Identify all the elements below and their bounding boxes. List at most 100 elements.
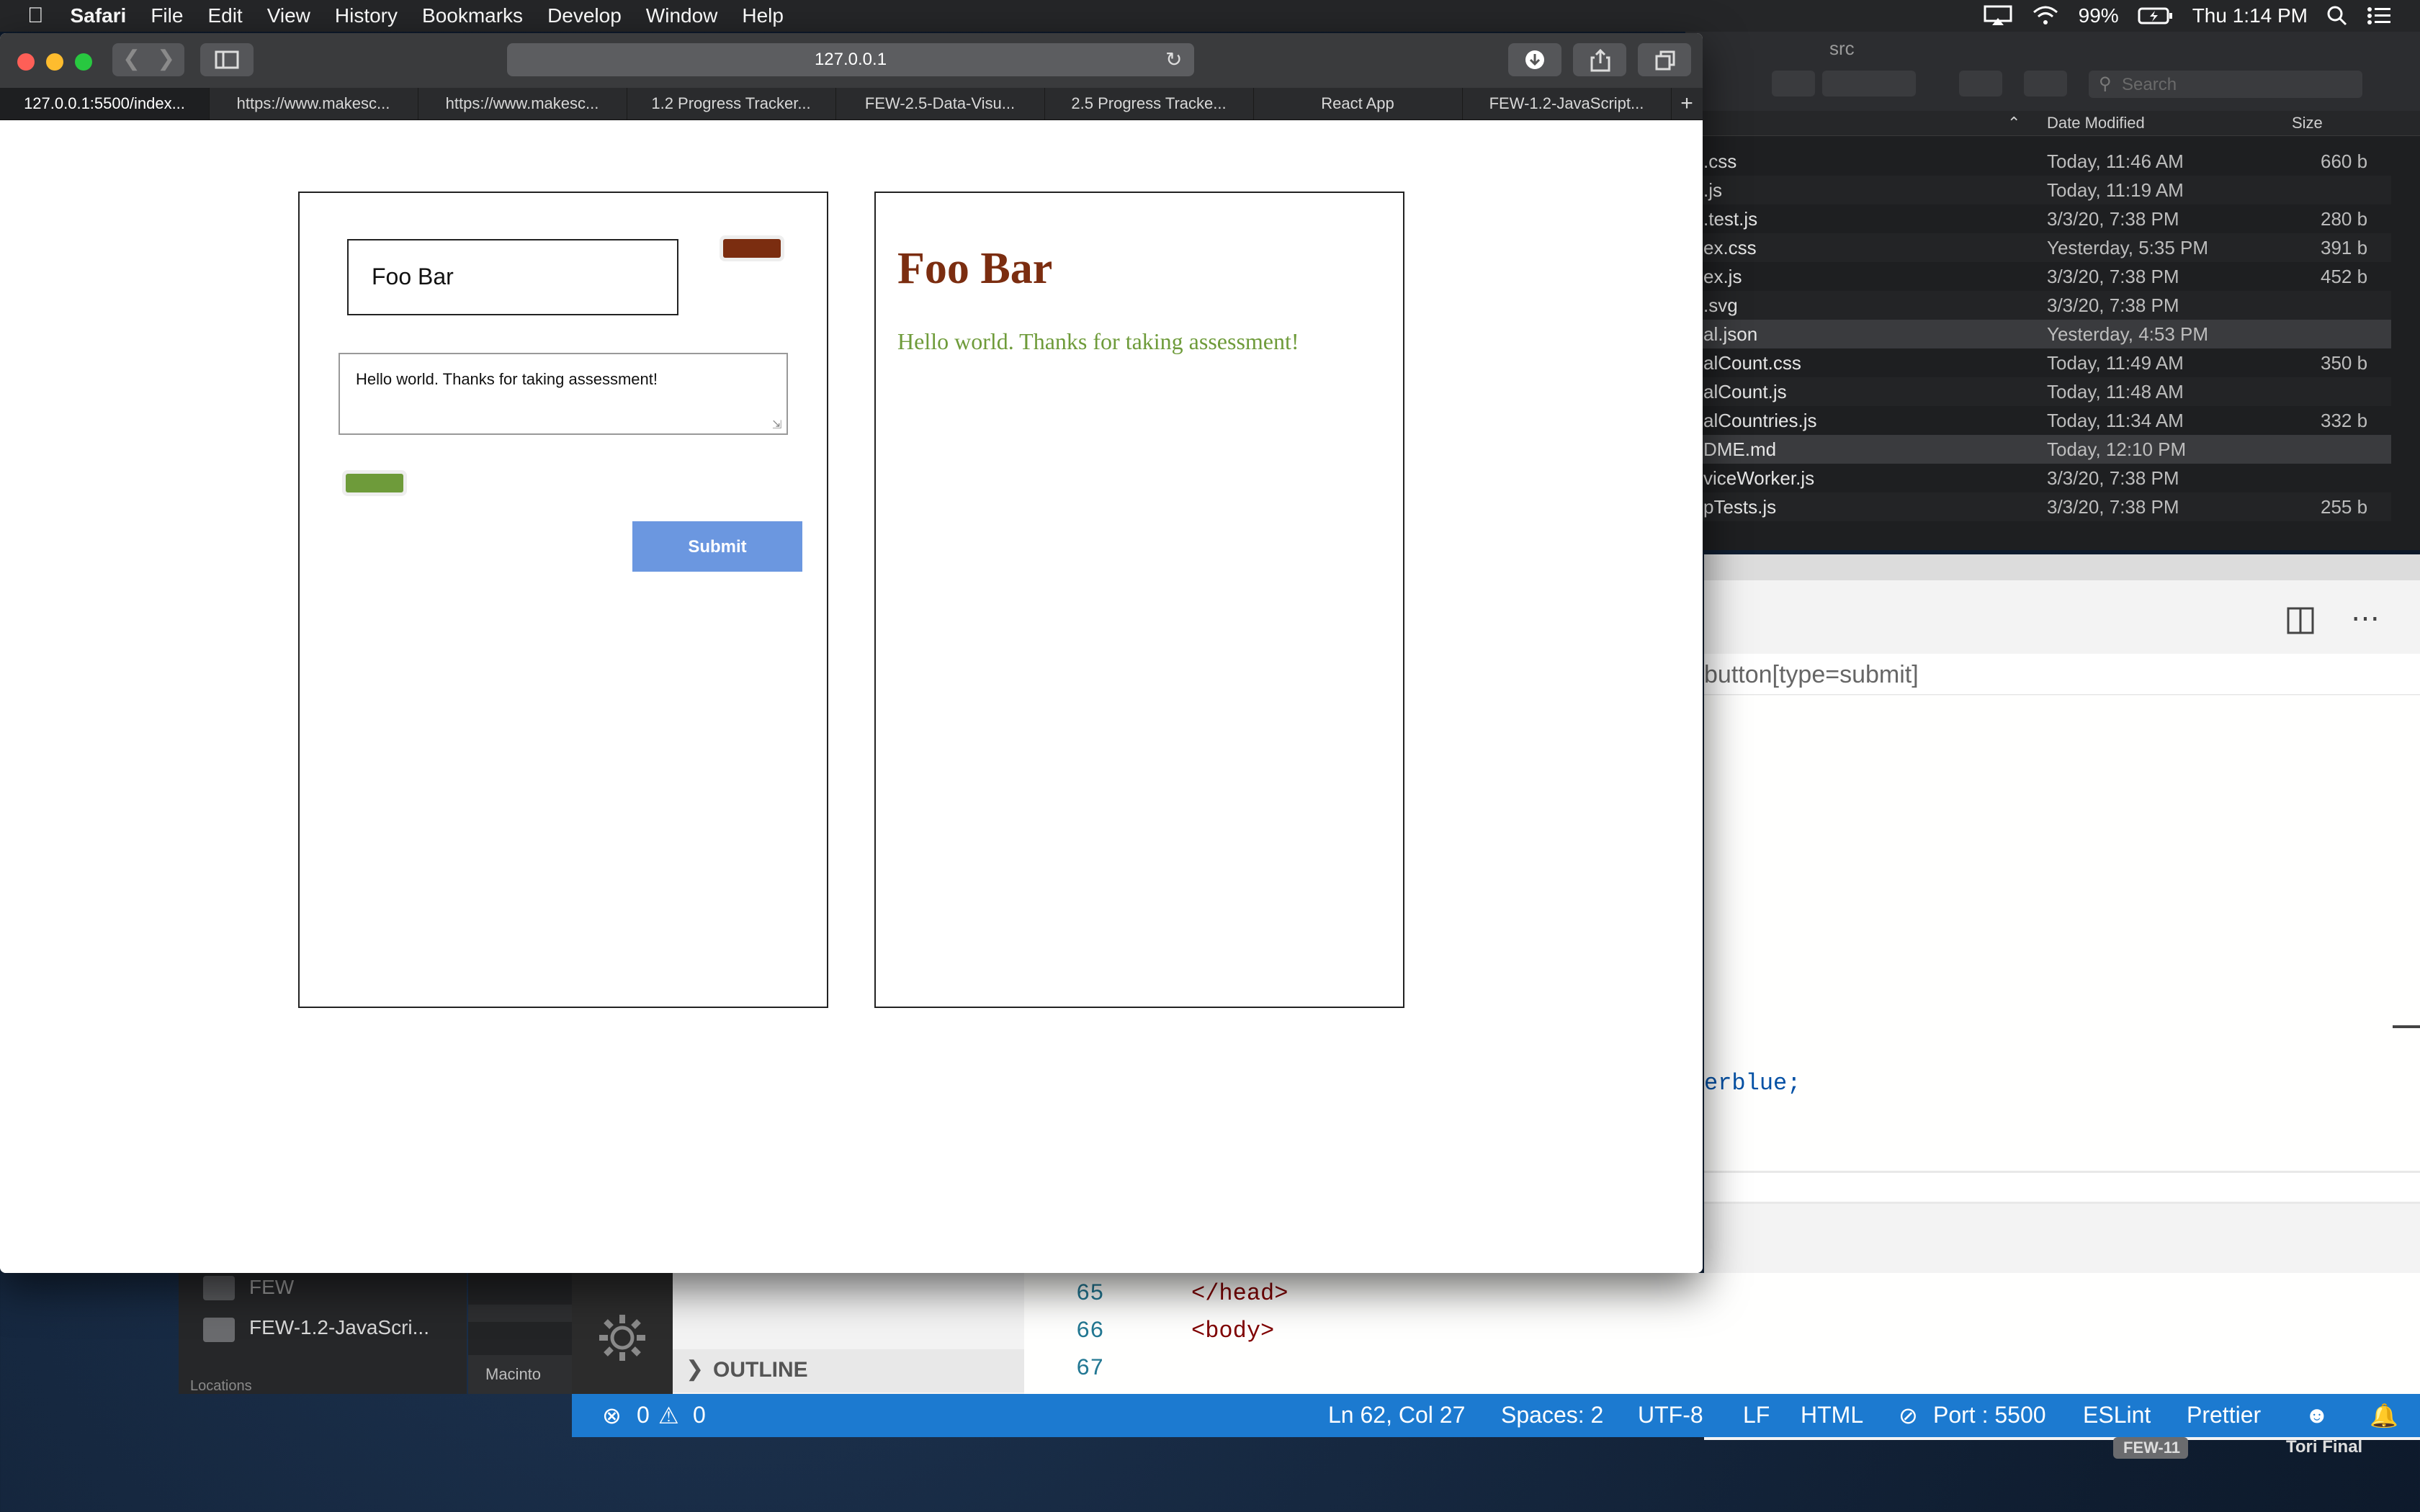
desktop-folder-label[interactable]: Tori Final	[2286, 1437, 2362, 1457]
finder-toolbar: src ⚲ Search	[1685, 32, 2420, 111]
more-actions-icon[interactable]: ⋯	[2351, 602, 2380, 635]
column-date-modified[interactable]: Date Modified	[2047, 114, 2145, 132]
warning-icon[interactable]: ⚠	[658, 1402, 679, 1429]
indentation[interactable]: Spaces: 2	[1501, 1402, 1603, 1428]
settings-gear-icon[interactable]	[595, 1310, 650, 1365]
file-row[interactable]: ex.css Yesterday, 5:35 PM 391 b	[1685, 233, 2391, 262]
eslint-status[interactable]: ESLint	[2083, 1402, 2151, 1428]
menu-bookmarks[interactable]: Bookmarks	[410, 4, 535, 27]
preview-card: Foo Bar Hello world. Thanks for taking a…	[874, 192, 1404, 1008]
tab-local-index[interactable]: 127.0.0.1:5500/index...	[0, 88, 210, 120]
spotlight-search-icon[interactable]	[2326, 5, 2348, 27]
tab-makeschool-2[interactable]: https://www.makesc...	[418, 88, 627, 120]
disk-label[interactable]: Macinto	[485, 1365, 541, 1384]
file-row[interactable]: .css Today, 11:46 AM 660 b	[1685, 147, 2391, 176]
message-color-button[interactable]	[346, 474, 403, 492]
code-line: </head>	[1191, 1280, 1289, 1307]
editor-area[interactable]: erblue;	[1704, 696, 2420, 1171]
prettier-status[interactable]: Prettier	[2187, 1402, 2261, 1428]
encoding[interactable]: UTF-8	[1638, 1402, 1703, 1428]
language-mode[interactable]: HTML	[1801, 1402, 1863, 1428]
submit-button[interactable]: Submit	[632, 521, 802, 572]
minimize-window-icon[interactable]	[46, 53, 63, 71]
zoom-window-icon[interactable]	[75, 53, 92, 71]
battery-icon[interactable]	[2138, 6, 2174, 25]
error-icon[interactable]: ⊗	[602, 1402, 622, 1429]
editor-divider	[1704, 1171, 2420, 1204]
warning-count[interactable]: 0	[693, 1402, 706, 1428]
back-forward-group: ❮ ❯	[112, 43, 184, 76]
menu-bar:  Safari File Edit View History Bookmark…	[0, 0, 2420, 32]
file-row[interactable]: alCount.js Today, 11:48 AM	[1685, 377, 2391, 406]
message-textarea[interactable]: Hello world. Thanks for taking assessmen…	[339, 353, 788, 435]
file-row[interactable]: al.json Yesterday, 4:53 PM	[1685, 320, 2391, 348]
reload-icon[interactable]: ↻	[1165, 48, 1182, 71]
menu-develop[interactable]: Develop	[535, 4, 634, 27]
tab-few-data-vis[interactable]: FEW-2.5-Data-Visu...	[835, 88, 1045, 120]
new-tab-button[interactable]: +	[1671, 88, 1703, 120]
apple-menu-icon[interactable]: 	[0, 4, 58, 28]
sidebar-item-few-javascript[interactable]: FEW-1.2-JavaScri...	[249, 1316, 429, 1339]
feedback-icon[interactable]: ☻	[2305, 1402, 2329, 1428]
file-row[interactable]: alCountries.js Today, 11:34 AM 332 b	[1685, 406, 2391, 435]
title-color-button[interactable]	[723, 239, 781, 258]
split-editor-icon[interactable]	[2286, 606, 2315, 635]
menu-edit[interactable]: Edit	[195, 4, 254, 27]
tab-react-app[interactable]: React App	[1253, 88, 1463, 120]
wifi-icon[interactable]	[2031, 5, 2060, 27]
close-window-icon[interactable]	[17, 53, 35, 71]
submit-button-label: Submit	[688, 537, 747, 557]
file-row[interactable]: .svg 3/3/20, 7:38 PM	[1685, 291, 2391, 320]
finder-search-input[interactable]: ⚲ Search	[2089, 71, 2362, 98]
tab-progress-tracker-1-2[interactable]: 1.2 Progress Tracker...	[627, 88, 836, 120]
vscode-editor-lower[interactable]: 65 66 67 </head> <body>	[1024, 1273, 2420, 1394]
show-all-tabs-button[interactable]	[1638, 43, 1691, 76]
back-button[interactable]: ❮	[122, 46, 140, 71]
line-ending[interactable]: LF	[1743, 1402, 1770, 1428]
sidebar-item-few[interactable]: FEW	[249, 1276, 294, 1299]
sort-chevron-icon[interactable]: ⌃	[2007, 114, 2020, 132]
sidebar-toggle-button[interactable]	[200, 43, 254, 76]
address-bar[interactable]: 127.0.0.1 ↻	[507, 43, 1194, 76]
tab-makeschool-1[interactable]: https://www.makesc...	[209, 88, 418, 120]
tag-button[interactable]	[2024, 71, 2067, 96]
menu-history[interactable]: History	[323, 4, 410, 27]
view-options-button[interactable]	[1772, 71, 1815, 96]
line-number: 67	[1076, 1355, 1104, 1382]
column-size[interactable]: Size	[2292, 114, 2323, 132]
airplay-icon[interactable]	[1984, 5, 2012, 27]
menu-window[interactable]: Window	[634, 4, 730, 27]
menu-safari[interactable]: Safari	[58, 4, 139, 27]
desktop-badge[interactable]: FEW-11	[2113, 1437, 2188, 1459]
menu-clock[interactable]: Thu 1:14 PM	[2192, 4, 2308, 27]
file-row[interactable]: .test.js 3/3/20, 7:38 PM 280 b	[1685, 204, 2391, 233]
forward-button[interactable]: ❯	[157, 46, 175, 71]
file-row[interactable]: pTests.js 3/3/20, 7:38 PM 255 b	[1685, 492, 2391, 521]
resize-handle-icon[interactable]: ⇲	[772, 418, 781, 432]
action-gear-button[interactable]	[1858, 71, 1916, 96]
port-block-icon[interactable]: ⊘	[1899, 1402, 1918, 1429]
file-row[interactable]: viceWorker.js 3/3/20, 7:38 PM	[1685, 464, 2391, 492]
file-row[interactable]: DME.md Today, 12:10 PM	[1685, 435, 2391, 464]
error-count[interactable]: 0	[637, 1402, 650, 1428]
name-input[interactable]: Foo Bar	[347, 239, 678, 315]
downloads-button[interactable]	[1508, 43, 1561, 76]
menu-view[interactable]: View	[255, 4, 323, 27]
share-button[interactable]	[1573, 43, 1626, 76]
notifications-bell-icon[interactable]: 🔔	[2370, 1402, 2398, 1429]
outline-section[interactable]: ❯ OUTLINE	[673, 1349, 1024, 1392]
file-row[interactable]: ex.js 3/3/20, 7:38 PM 452 b	[1685, 262, 2391, 291]
tab-progress-tracker-2-5[interactable]: 2.5 Progress Tracke...	[1044, 88, 1254, 120]
breadcrumb-selector[interactable]: button[type=submit]	[1704, 661, 1919, 689]
file-row[interactable]: .js Today, 11:19 AM	[1685, 176, 2391, 204]
share-button[interactable]	[1959, 71, 2002, 96]
menu-file[interactable]: File	[138, 4, 195, 27]
file-row[interactable]: alCount.css Today, 11:49 AM 350 b	[1685, 348, 2391, 377]
notification-center-icon[interactable]	[2367, 5, 2391, 27]
battery-percent: 99%	[2078, 4, 2119, 27]
live-server-port[interactable]: Port : 5500	[1933, 1402, 2046, 1428]
cursor-position[interactable]: Ln 62, Col 27	[1328, 1402, 1465, 1428]
tab-few-javascript[interactable]: FEW-1.2-JavaScript...	[1462, 88, 1672, 120]
name-input-value: Foo Bar	[372, 264, 454, 289]
menu-help[interactable]: Help	[730, 4, 796, 27]
